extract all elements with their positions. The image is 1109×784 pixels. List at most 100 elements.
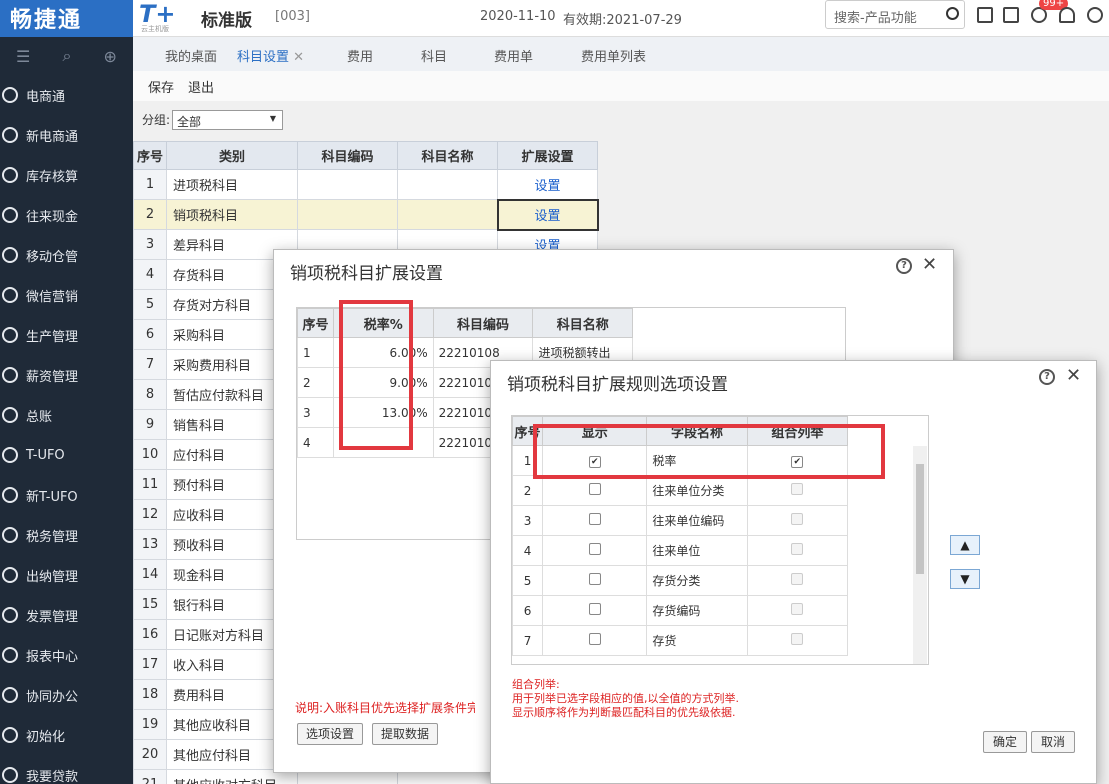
menu-item-icon: [2, 87, 18, 103]
table-row[interactable]: 2 往来单位分类: [512, 475, 849, 506]
extension-settings-link[interactable]: 设置: [497, 169, 598, 200]
table-cell: 6: [133, 319, 167, 350]
field-name: 存货分类: [646, 565, 748, 596]
validity-date: 有效期:2021-07-29: [563, 13, 682, 28]
sidebar-item[interactable]: 初始化: [0, 715, 133, 755]
sidebar-item[interactable]: 出纳管理: [0, 555, 133, 595]
table-cell: 7: [133, 349, 167, 380]
menu-icon[interactable]: ☰: [16, 47, 30, 66]
ok-button[interactable]: 确定: [983, 731, 1027, 753]
sidebar-item[interactable]: 移动仓管: [0, 235, 133, 275]
extension-settings-link[interactable]: 设置: [496, 198, 599, 231]
table-cell: 13: [133, 529, 167, 560]
show-checkbox[interactable]: [588, 573, 601, 585]
sidebar-item[interactable]: 生产管理: [0, 315, 133, 355]
sidebar-item[interactable]: 新T-UFO: [0, 475, 133, 515]
tax-rate-highlight: [339, 300, 413, 450]
table-row[interactable]: 1 进项税科目 设置: [133, 169, 598, 200]
scrollbar-thumb[interactable]: [916, 464, 924, 574]
table-row[interactable]: 4 往来单位: [512, 535, 849, 566]
menu-item-icon: [2, 687, 18, 703]
table-cell: 15: [133, 589, 167, 620]
tab-expense-bill-list[interactable]: 费用单列表: [581, 46, 646, 65]
calculator-icon[interactable]: [977, 7, 993, 23]
table-row[interactable]: 5 存货分类: [512, 565, 849, 596]
sidebar-item[interactable]: 税务管理: [0, 515, 133, 555]
show-checkbox[interactable]: [588, 603, 601, 615]
row-index: 6: [512, 595, 544, 626]
row-index: 3: [512, 505, 544, 536]
sidebar-item[interactable]: 薪资管理: [0, 355, 133, 395]
table-cell: [397, 199, 498, 230]
combine-checkbox: [791, 603, 804, 615]
table-row[interactable]: 2 销项税科目 设置: [133, 198, 599, 231]
table-row[interactable]: 3 往来单位编码: [512, 505, 849, 536]
sidebar-item[interactable]: T-UFO: [0, 435, 133, 475]
help-icon[interactable]: ?: [1039, 369, 1055, 385]
combine-cell: [746, 535, 849, 566]
move-down-button[interactable]: ▼: [950, 569, 980, 589]
top-bar: T+ 云主机版 标准版 [003] 2020-11-10 有效期:2021-07…: [133, 0, 1109, 37]
sidebar-item[interactable]: 微信营销: [0, 275, 133, 315]
show-cell: [542, 625, 648, 656]
table-cell: 4: [297, 427, 334, 458]
vertical-scrollbar[interactable]: [913, 446, 927, 664]
move-up-button[interactable]: ▲: [950, 535, 980, 555]
table-cell: 3: [297, 397, 334, 428]
table-cell: 3: [133, 229, 167, 260]
close-icon[interactable]: ✕: [1066, 365, 1081, 386]
menu-item-icon: [2, 207, 18, 223]
close-icon[interactable]: ✕: [922, 254, 937, 275]
combine-note-line2: 显示顺序将作为判断最匹配科目的优先级依据.: [512, 706, 736, 719]
col-header: 科目编码: [297, 141, 398, 170]
bell-icon[interactable]: [1059, 7, 1075, 23]
tab-bar: 我的桌面 科目设置 ✕ 费用 科目 费用单 费用单列表: [133, 37, 1109, 74]
search-placeholder: 搜索-产品功能: [834, 11, 917, 26]
fetch-data-button[interactable]: 提取数据: [372, 723, 438, 745]
show-checkbox[interactable]: [588, 513, 601, 525]
group-select[interactable]: 全部: [172, 110, 283, 130]
sidebar-item[interactable]: 我要贷款: [0, 755, 133, 784]
sidebar-item[interactable]: 总账: [0, 395, 133, 435]
search-icon[interactable]: ⌕: [62, 46, 71, 66]
tab-desktop[interactable]: 我的桌面: [165, 46, 217, 65]
sidebar-item[interactable]: 报表中心: [0, 635, 133, 675]
menu-item-icon: [2, 447, 18, 463]
close-icon[interactable]: ✕: [293, 50, 304, 65]
sidebar-item[interactable]: 库存核算: [0, 155, 133, 195]
show-checkbox[interactable]: [588, 543, 601, 555]
search-icon[interactable]: [946, 7, 959, 20]
tab-account-settings[interactable]: 科目设置 ✕: [235, 46, 307, 74]
tab-account[interactable]: 科目: [421, 46, 447, 65]
table-row[interactable]: 7 存货: [512, 625, 849, 656]
sidebar-item[interactable]: 往来现金: [0, 195, 133, 235]
sidebar-item-label: 我要贷款: [26, 769, 79, 784]
table-cell: 20: [133, 739, 167, 770]
cancel-button[interactable]: 取消: [1031, 731, 1075, 753]
option-settings-button[interactable]: 选项设置: [297, 723, 363, 745]
sidebar-item-label: 报表中心: [26, 649, 79, 665]
sidebar-item[interactable]: 电商通: [0, 75, 133, 115]
table-cell: [297, 169, 398, 200]
save-button[interactable]: 保存: [148, 77, 174, 96]
help-icon[interactable]: ?: [896, 258, 912, 274]
add-icon[interactable]: ⊕: [104, 47, 117, 66]
table-row[interactable]: 6 存货编码: [512, 595, 849, 626]
checklist-icon[interactable]: [1003, 7, 1019, 23]
search-input[interactable]: 搜索-产品功能: [825, 0, 965, 29]
combine-note-title: 组合列举:: [512, 678, 560, 691]
combine-note-line1: 用于列举已选字段相应的值,以全值的方式列举.: [512, 692, 739, 705]
sidebar-item[interactable]: 协同办公: [0, 675, 133, 715]
phone-icon[interactable]: [1087, 7, 1103, 23]
sidebar-item[interactable]: 新电商通: [0, 115, 133, 155]
sidebar-item[interactable]: 发票管理: [0, 595, 133, 635]
tab-expense[interactable]: 费用: [347, 46, 373, 65]
menu-item-icon: [2, 527, 18, 543]
show-checkbox[interactable]: [588, 633, 601, 645]
sidebar-item-label: 生产管理: [26, 329, 79, 345]
show-checkbox[interactable]: [588, 483, 601, 495]
tab-expense-bill[interactable]: 费用单: [494, 46, 533, 65]
menu-item-icon: [2, 567, 18, 583]
sidebar-item-label: T-UFO: [26, 447, 65, 463]
exit-button[interactable]: 退出: [188, 77, 214, 96]
